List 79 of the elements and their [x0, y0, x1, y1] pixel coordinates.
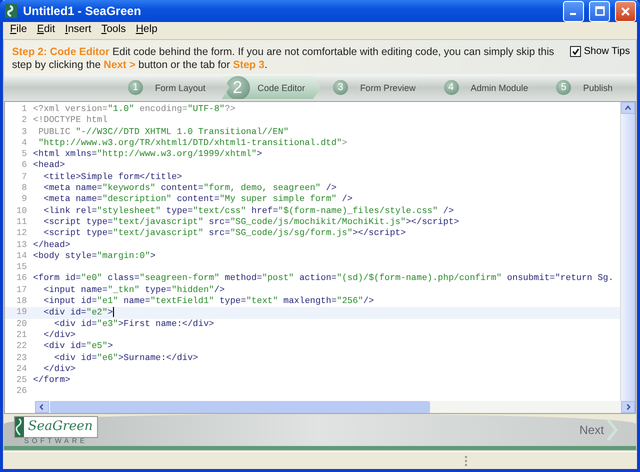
close-button[interactable] — [615, 0, 636, 22]
code-line: <div id="e5"> — [42, 341, 113, 353]
code-line: <div id="e2"> — [42, 307, 114, 319]
code-line: <div id="e6">Surname:</div> — [53, 352, 198, 364]
menu-item[interactable]: File — [5, 23, 32, 38]
code-line: <input id="e1" name="textField1" type="text" maxlength="256"/> — [42, 296, 374, 308]
minimize-button[interactable] — [563, 0, 584, 22]
code-line: PUBLIC "-//W3C//DTD XHTML 1.0 Transitional//EN" — [37, 126, 289, 138]
code-line: </head> — [33, 240, 70, 251]
chevron-right-icon — [606, 419, 618, 441]
line-number: 17 — [15, 284, 28, 296]
code-line: <meta name="description" content="My super simple form" /> — [42, 194, 353, 206]
step-tab[interactable]: 1 Form Layout — [116, 76, 222, 99]
line-number: 20 — [15, 318, 28, 330]
step-tab[interactable]: 5 Publish — [544, 76, 629, 99]
scroll-up-icon[interactable] — [621, 102, 635, 114]
line-number: 2 — [20, 115, 28, 127]
line-number: 13 — [15, 240, 28, 251]
step-tab[interactable]: 3 Form Preview — [321, 76, 432, 99]
line-number: 16 — [15, 273, 28, 285]
line-number: 21 — [15, 330, 28, 342]
line-number: 6 — [20, 160, 28, 172]
code-editor[interactable] — [4, 101, 636, 414]
code-line: <link rel="stylesheet" type="text/css" href="$(form-name)_files/style.css" /> — [42, 206, 454, 217]
line-number: 11 — [15, 216, 28, 228]
line-number: 18 — [15, 296, 28, 308]
tip-text: Step 2: Code Editor Edit code behind the form. If you are not comfortable with editing code, you can simply skip this step by clicking the Next > button or the tab for Step 3. — [12, 46, 556, 70]
menu-item[interactable]: Help — [130, 23, 162, 38]
line-number: 1 — [20, 104, 28, 116]
line-number: 22 — [15, 341, 28, 353]
line-number: 15 — [15, 262, 28, 274]
code-line: <meta name="keywords" content="form, demo, seagreen" /> — [42, 183, 337, 194]
code-line: </div> — [42, 330, 76, 342]
code-line: <form id="e0" class="seagreen-form" method="post" action="(sd)/$(form-name).php/confirm" onsubmit="return Sg. — [33, 273, 614, 285]
menu-item[interactable]: Tools — [96, 23, 131, 38]
code-line: <script type="text/javascript" src="SG_code/js/sg/form.js"></script> — [42, 228, 406, 240]
menu-item[interactable]: Insert — [60, 23, 96, 38]
line-number: 5 — [20, 149, 28, 160]
code-line: <html xmlns="http://www.w3.org/1999/xhtml"> — [33, 149, 262, 160]
step-tab[interactable]: 2 Code Editor — [222, 76, 322, 99]
code-line: <div id="e3">First name:</div> — [53, 318, 214, 330]
scroll-thumb[interactable] — [50, 401, 430, 413]
line-number: 24 — [15, 364, 28, 376]
maximize-button[interactable] — [589, 0, 610, 22]
code-line: <body style="margin:0"> — [33, 250, 156, 262]
line-number: 7 — [20, 172, 28, 184]
code-line: <head> — [33, 160, 65, 172]
next-button[interactable]: Next — [573, 418, 624, 442]
code-line: <?xml version="1.0" encoding="UTF-8"?> — [33, 104, 236, 116]
vertical-scrollbar[interactable] — [620, 102, 635, 401]
step-tab[interactable]: 4 Admin Module — [432, 76, 544, 99]
window-title: Untitled1 - SeaGreen — [23, 4, 142, 18]
code-line: "http://www.w3.org/TR/xhtml1/DTD/xhtml1-transitional.dtd"> — [37, 138, 348, 150]
code-line: <input name="_tkn" type="hidden"/> — [42, 284, 225, 296]
scroll-left-icon[interactable] — [35, 401, 49, 413]
show-tips-checkbox[interactable]: Show Tips — [570, 46, 630, 70]
line-number: 9 — [20, 194, 28, 206]
menu-item[interactable]: Edit — [32, 23, 60, 38]
code-line: <!DOCTYPE html — [33, 115, 108, 127]
check-icon — [572, 48, 579, 55]
line-number: 14 — [15, 250, 28, 262]
line-number: 26 — [15, 386, 28, 398]
line-number: 25 — [15, 375, 28, 386]
maximize-icon — [594, 6, 604, 16]
scroll-right-icon[interactable] — [621, 401, 635, 413]
app-icon — [4, 3, 18, 19]
horizontal-scrollbar[interactable] — [35, 401, 635, 413]
line-number: 19 — [15, 307, 28, 319]
line-number: 8 — [20, 183, 28, 194]
code-line: </div> — [42, 364, 76, 376]
code-line: <script type="text/javascript" src="SG_code/js/mochikit/MochiKit.js"></script> — [42, 216, 460, 228]
code-line: <title>Simple form</title> — [42, 172, 182, 184]
line-number: 3 — [20, 126, 28, 138]
line-number: 12 — [15, 228, 28, 240]
code-line: </form> — [33, 375, 70, 386]
line-number: 10 — [15, 206, 28, 217]
line-number: 4 — [20, 138, 28, 150]
close-icon — [621, 6, 630, 16]
line-number: 23 — [15, 352, 28, 364]
